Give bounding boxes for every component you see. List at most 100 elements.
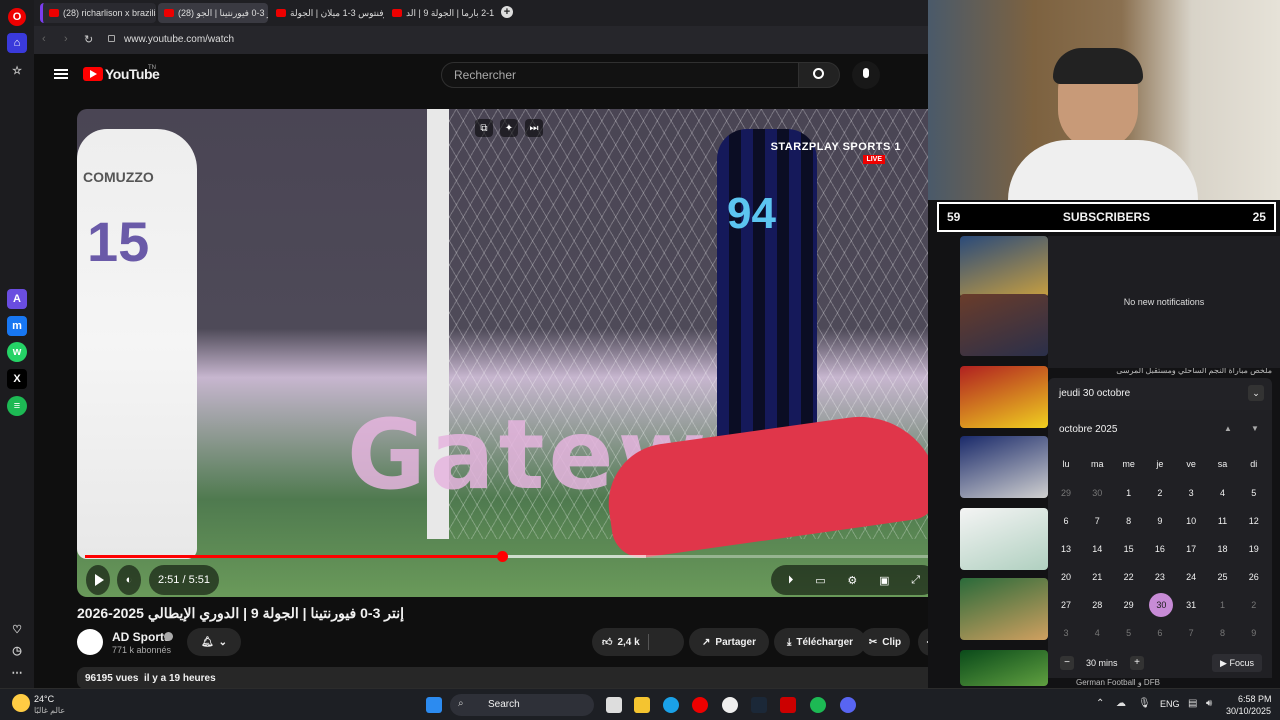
- calendar-day[interactable]: 8: [1208, 628, 1238, 638]
- subtitles-icon[interactable]: ▭: [815, 574, 825, 587]
- heart-icon[interactable]: ♡: [7, 619, 27, 639]
- calendar-day[interactable]: 4: [1082, 628, 1112, 638]
- more-icon[interactable]: ⋯: [7, 662, 27, 682]
- calendar-day[interactable]: 3: [1051, 628, 1081, 638]
- star-icon[interactable]: ☆: [7, 60, 27, 80]
- recommended-thumbnail[interactable]: [960, 436, 1048, 498]
- ai-sparkle-icon[interactable]: ✦: [500, 119, 518, 137]
- network-icon[interactable]: ▤: [1188, 698, 1197, 709]
- file-explorer-icon[interactable]: [634, 697, 650, 713]
- calendar-day[interactable]: 2: [1239, 600, 1269, 610]
- skip-icon[interactable]: ⏭: [525, 119, 543, 137]
- aria-icon[interactable]: A: [7, 289, 27, 309]
- reload-icon[interactable]: ↻: [84, 33, 93, 46]
- miniplayer-icon[interactable]: ⧉: [475, 119, 493, 137]
- fullscreen-icon[interactable]: ⤢: [911, 574, 920, 587]
- calendar-day[interactable]: 9: [1239, 628, 1269, 638]
- discord-icon[interactable]: [840, 697, 856, 713]
- opera-icon[interactable]: [692, 697, 708, 713]
- spotify-icon[interactable]: ≡: [7, 396, 27, 416]
- language-indicator[interactable]: ENG: [1160, 699, 1180, 709]
- clip-button[interactable]: ✂ Clip: [860, 628, 910, 656]
- mic-icon[interactable]: 🎙︎: [1138, 698, 1151, 709]
- calendar-day[interactable]: 2: [1145, 488, 1175, 498]
- video-player[interactable]: Gatewa COMUZZO 15 94 ⧉ ✦ ⏭ STARZPLAY SPO…: [77, 109, 943, 597]
- recommended-thumbnail[interactable]: [960, 366, 1048, 428]
- edge-icon[interactable]: [663, 697, 679, 713]
- calendar-day[interactable]: 17: [1176, 544, 1206, 554]
- calendar-day[interactable]: 1: [1114, 488, 1144, 498]
- back-icon[interactable]: ‹: [42, 33, 46, 45]
- calendar-day[interactable]: 19: [1239, 544, 1269, 554]
- home-icon[interactable]: ⌂: [7, 33, 27, 53]
- calendar-day[interactable]: 28: [1082, 600, 1112, 610]
- download-button[interactable]: ⤓ Télécharger: [774, 628, 866, 656]
- like-button[interactable]: 👍︎ 2,4 k: [592, 628, 684, 656]
- weather-icon[interactable]: [12, 694, 30, 712]
- autoplay-toggle-icon[interactable]: ⏵: [788, 574, 794, 587]
- calendar-day[interactable]: 18: [1208, 544, 1238, 554]
- calendar-day[interactable]: 24: [1176, 572, 1206, 582]
- calendar-day[interactable]: 30: [1145, 593, 1175, 617]
- tab-roma-parma[interactable]: روما 1-2 بارما | الجولة 9 | الد: [386, 3, 496, 23]
- calendar-day[interactable]: 29: [1114, 600, 1144, 610]
- tab-inter-fiorentina[interactable]: إنتر 3-0 فيورنتينا | الجو (28): [158, 3, 268, 23]
- youtube-logo-icon[interactable]: [83, 67, 103, 81]
- spotify-icon[interactable]: [810, 697, 826, 713]
- search-button[interactable]: [798, 62, 840, 88]
- calendar-day[interactable]: 8: [1114, 516, 1144, 526]
- tab-juventus-milan[interactable]: يوفنتوس 3-1 ميلان | الجولة: [270, 3, 384, 23]
- recommended-thumbnail[interactable]: [960, 650, 1048, 686]
- task-view-icon[interactable]: [606, 697, 622, 713]
- description-box[interactable]: 96195 vues il y a 19 heures: [77, 667, 943, 689]
- calendar-day[interactable]: 5: [1239, 488, 1269, 498]
- clock-time[interactable]: 6:58 PM: [1238, 694, 1272, 704]
- recommended-thumbnail[interactable]: [960, 578, 1048, 640]
- x-icon[interactable]: X: [7, 369, 27, 389]
- calendar-day[interactable]: 3: [1176, 488, 1206, 498]
- calendar-day[interactable]: 21: [1082, 572, 1112, 582]
- forward-icon[interactable]: ›: [64, 33, 68, 45]
- start-icon[interactable]: [426, 697, 442, 713]
- channel-avatar[interactable]: [77, 629, 103, 655]
- calendar-day[interactable]: 23: [1145, 572, 1175, 582]
- steam-icon[interactable]: [751, 697, 767, 713]
- tray-chevron-icon[interactable]: ⌃: [1096, 698, 1104, 709]
- calendar-day[interactable]: 15: [1114, 544, 1144, 554]
- calendar-day[interactable]: 10: [1176, 516, 1206, 526]
- month-down-icon[interactable]: ▼: [1251, 424, 1259, 433]
- recommended-thumbnail[interactable]: [960, 508, 1048, 570]
- github-icon[interactable]: [722, 697, 738, 713]
- menu-icon[interactable]: [54, 69, 68, 71]
- volume-icon[interactable]: 🔊︎: [1206, 698, 1212, 709]
- url-field[interactable]: www.youtube.com/watch: [124, 34, 234, 45]
- calendar-day[interactable]: 11: [1208, 516, 1238, 526]
- whatsapp-icon[interactable]: w: [7, 342, 27, 362]
- focus-increase-button[interactable]: +: [1130, 656, 1144, 670]
- calendar-day[interactable]: 29: [1051, 488, 1081, 498]
- calendar-day[interactable]: 20: [1051, 572, 1081, 582]
- settings-icon[interactable]: ⚙: [847, 574, 857, 587]
- progress-bar[interactable]: [85, 551, 935, 562]
- messenger-icon[interactable]: m: [7, 316, 27, 336]
- calendar-day[interactable]: 6: [1051, 516, 1081, 526]
- focus-decrease-button[interactable]: −: [1060, 656, 1074, 670]
- channel-name[interactable]: AD Sports: [112, 630, 171, 644]
- volume-button[interactable]: ◐: [117, 565, 141, 595]
- search-input[interactable]: Rechercher: [441, 62, 799, 88]
- calendar-day[interactable]: 14: [1082, 544, 1112, 554]
- history-icon[interactable]: ◷: [7, 640, 27, 660]
- calendar-day[interactable]: 26: [1239, 572, 1269, 582]
- calendar-day[interactable]: 30: [1082, 488, 1112, 498]
- calendar-day[interactable]: 7: [1082, 516, 1112, 526]
- focus-button[interactable]: ▶ Focus: [1212, 654, 1262, 672]
- calendar-day[interactable]: 31: [1176, 600, 1206, 610]
- recommended-thumbnail[interactable]: [960, 294, 1048, 356]
- calendar-day[interactable]: 1: [1208, 600, 1238, 610]
- play-button[interactable]: [86, 565, 110, 595]
- calendar-day[interactable]: 25: [1208, 572, 1238, 582]
- calendar-day[interactable]: 13: [1051, 544, 1081, 554]
- collapse-chevron-icon[interactable]: ⌄: [1248, 385, 1264, 401]
- calendar-day[interactable]: 5: [1114, 628, 1144, 638]
- clock-date[interactable]: 30/10/2025: [1226, 706, 1271, 716]
